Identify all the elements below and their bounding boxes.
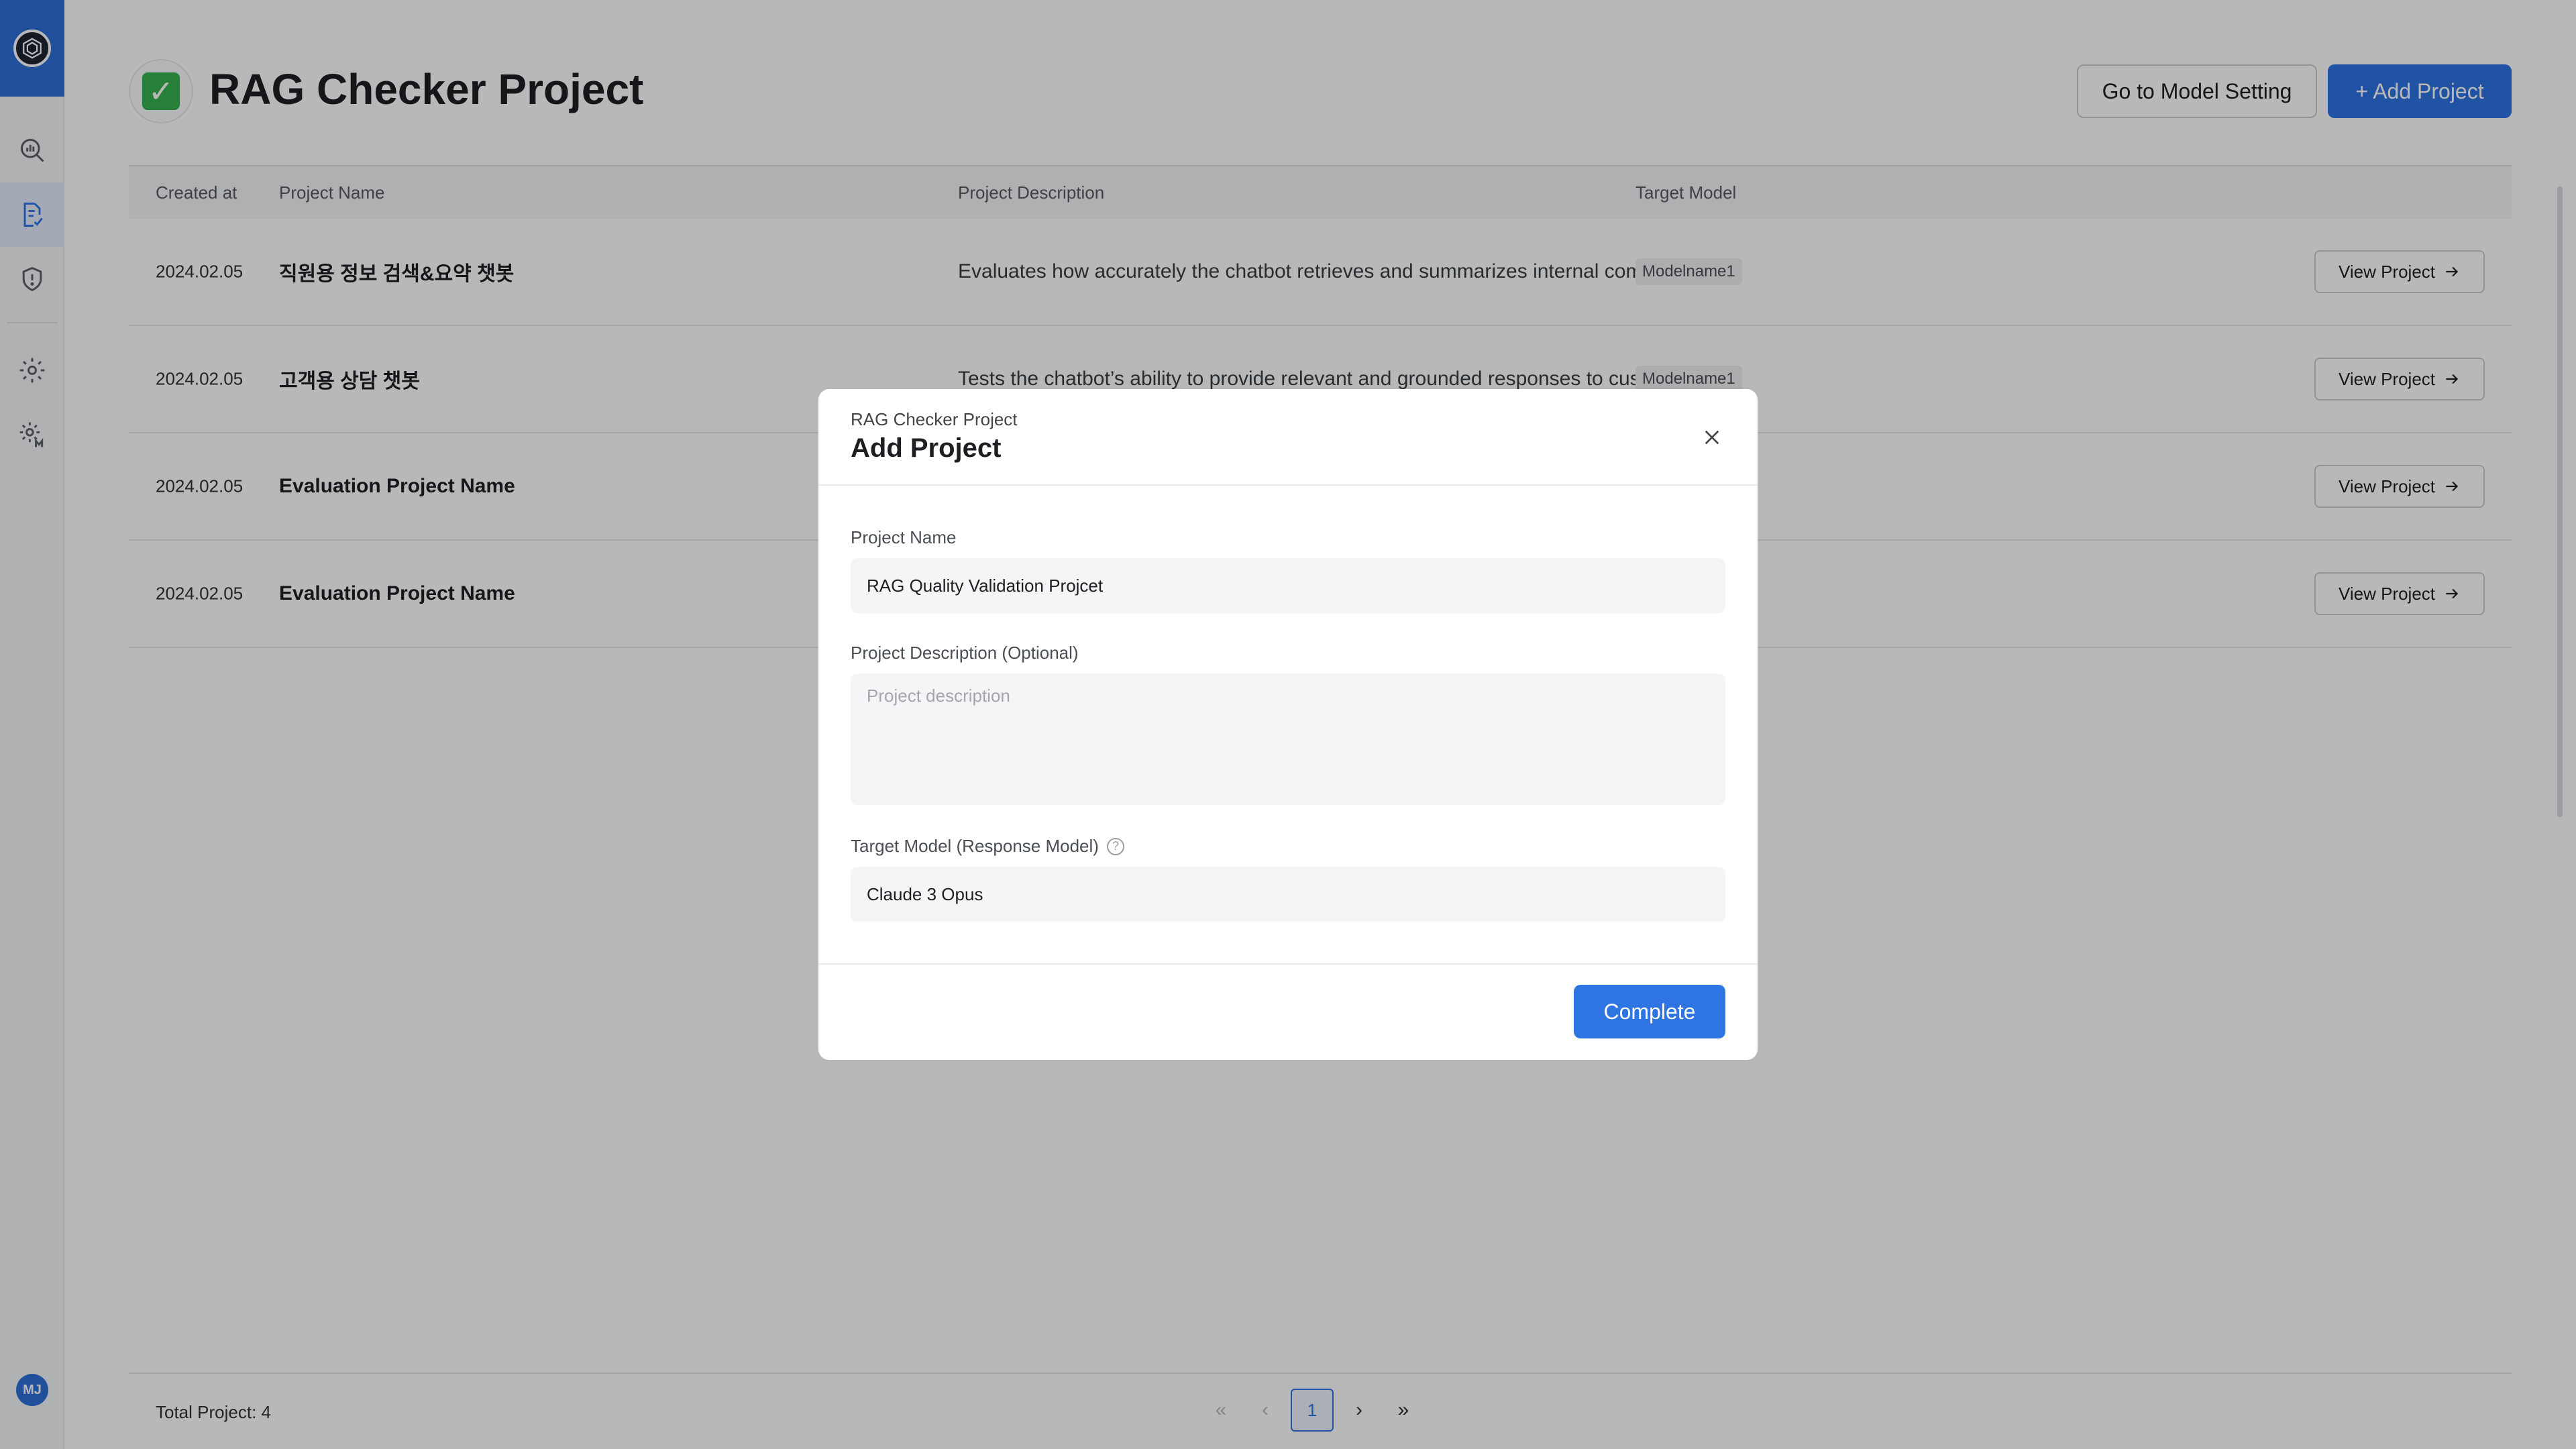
- project-name-label: Project Name: [851, 527, 957, 547]
- modal-header: RAG Checker Project Add Project: [818, 389, 1758, 486]
- project-description-textarea[interactable]: Project description: [851, 674, 1725, 805]
- target-model-select[interactable]: Claude 3 Opus: [851, 867, 1725, 922]
- close-icon: [1705, 430, 1719, 445]
- complete-button[interactable]: Complete: [1574, 985, 1725, 1038]
- modal-footer: Complete: [818, 963, 1758, 1060]
- modal-body: Project Name RAG Quality Validation Proj…: [818, 486, 1758, 963]
- project-name-input[interactable]: RAG Quality Validation Projcet: [851, 558, 1725, 613]
- target-model-label-text: Target Model (Response Model): [851, 836, 1099, 856]
- close-modal-button[interactable]: [1699, 424, 1725, 451]
- modal-title: Add Project: [851, 433, 1002, 463]
- project-description-label: Project Description (Optional): [851, 643, 1079, 663]
- help-icon[interactable]: ?: [1106, 837, 1124, 855]
- target-model-label: Target Model (Response Model) ?: [851, 836, 1124, 857]
- modal-subtitle: RAG Checker Project: [851, 409, 1018, 429]
- add-project-modal: RAG Checker Project Add Project Project …: [818, 389, 1758, 1060]
